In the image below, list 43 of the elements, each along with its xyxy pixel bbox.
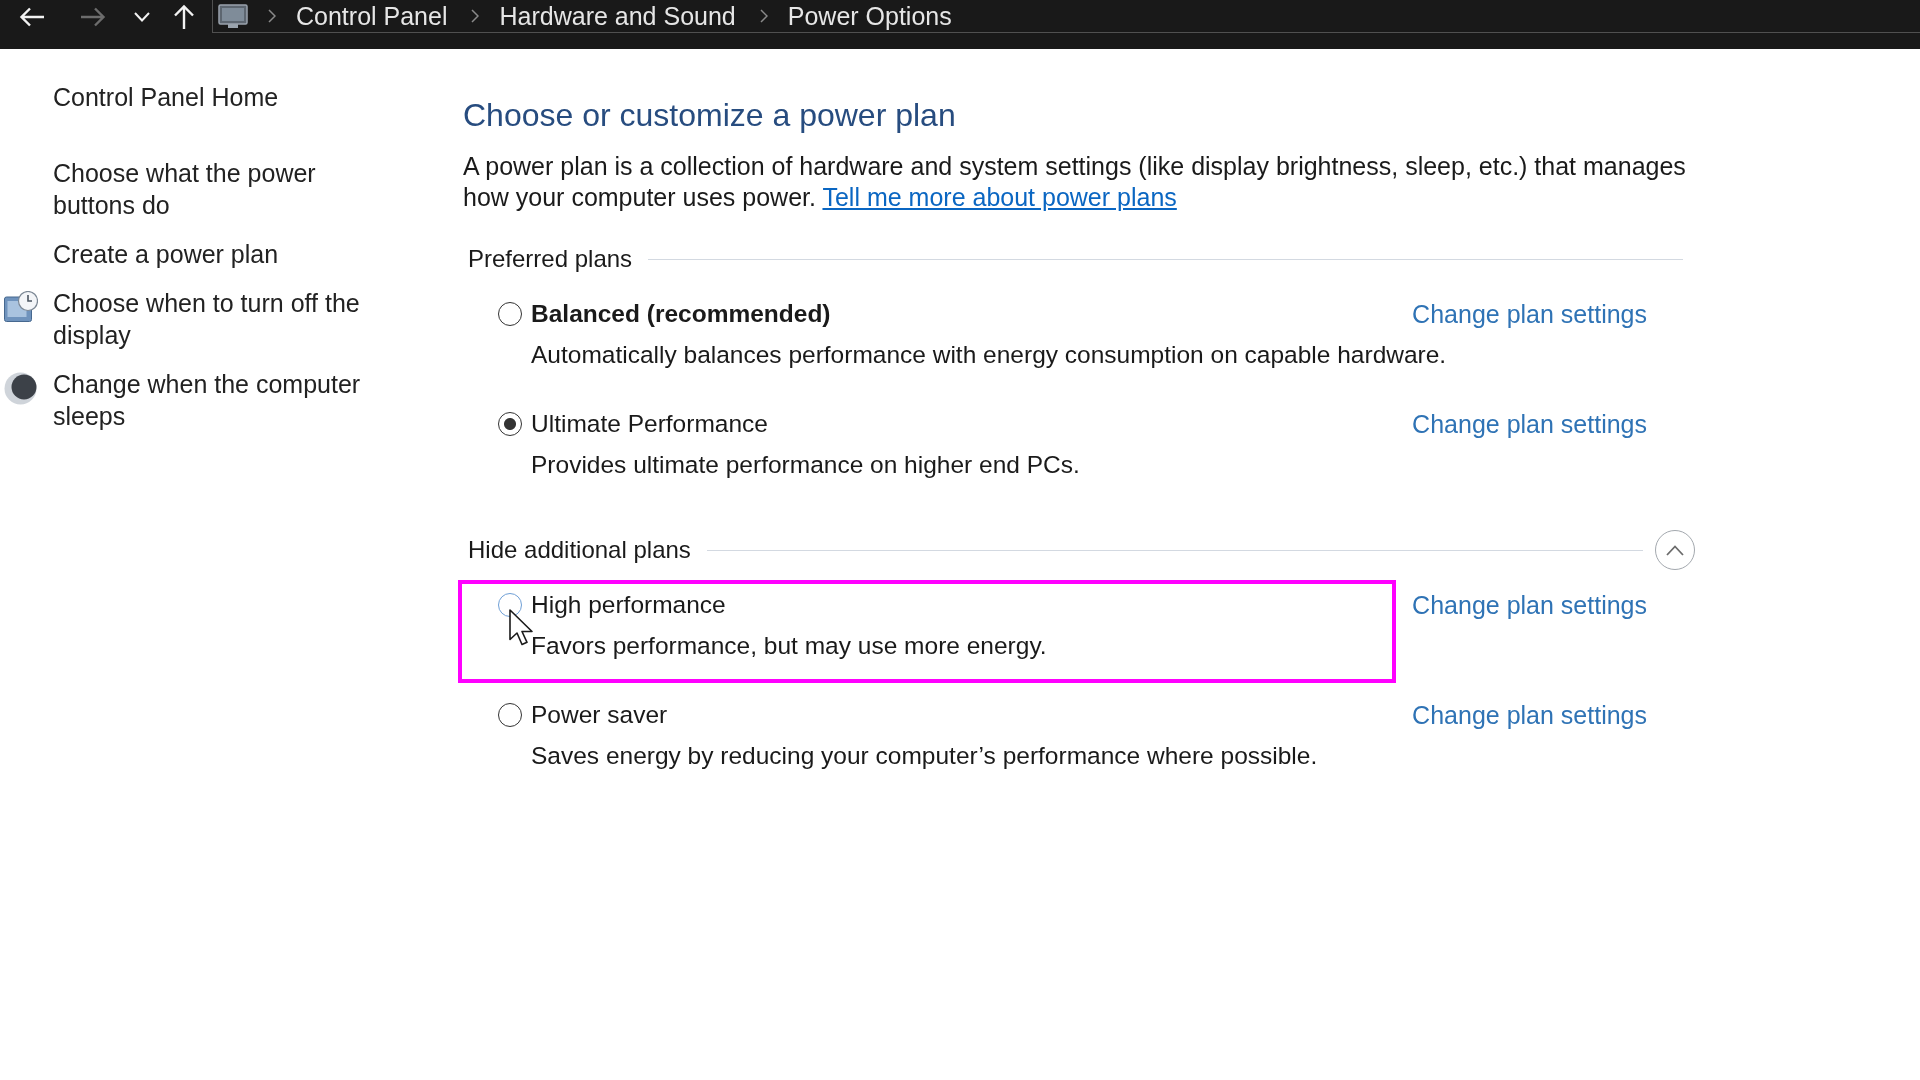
radio-button[interactable]: [498, 412, 522, 436]
sidebar-link[interactable]: Choose what the power buttons do: [53, 157, 378, 221]
chevron-right-icon: [471, 9, 480, 23]
learn-more-link[interactable]: Tell me more about power plans: [822, 183, 1177, 211]
page-heading: Choose or customize a power plan: [463, 96, 956, 135]
radio-button[interactable]: [498, 593, 522, 617]
monitor-icon: [218, 4, 248, 28]
breadcrumb-link[interactable]: Hardware and Sound: [499, 1, 736, 31]
chevron-right-icon: [268, 9, 276, 23]
plan-name[interactable]: High performance: [531, 589, 726, 621]
change-plan-settings-link[interactable]: Change plan settings: [1412, 589, 1647, 621]
plan-name[interactable]: Ultimate Performance: [531, 408, 768, 440]
chevron-up-icon: [1666, 544, 1684, 556]
back-button[interactable]: [19, 6, 44, 27]
intro-text: A power plan is a collection of hardware and system settings (like display brightness, sleep, etc.) that manages how your computer uses power. Tell me more about power plans: [463, 151, 1687, 213]
arrow-up-icon: [173, 4, 195, 29]
breadcrumb-link[interactable]: Power Options: [787, 1, 952, 31]
chevron-right-icon: [759, 9, 768, 23]
group-heading: Preferred plans: [467, 244, 633, 274]
change-plan-settings-link[interactable]: Change plan settings: [1412, 699, 1647, 731]
sidebar-link[interactable]: Control Panel Home: [53, 81, 279, 113]
plan-description: Provides ultimate performance on higher end PCs.: [531, 450, 1080, 480]
plan-name[interactable]: Power saver: [531, 699, 668, 731]
plan-name[interactable]: Balanced (recommended): [531, 298, 831, 330]
change-plan-settings-link[interactable]: Change plan settings: [1412, 408, 1647, 440]
plan-description: Automatically balances performance with energy consumption on capable hardware.: [531, 340, 1447, 370]
chevron-down-icon: [134, 11, 150, 22]
sidebar-link[interactable]: Choose when to turn off the display: [53, 287, 378, 351]
sidebar-link[interactable]: Change when the computer sleeps: [53, 368, 378, 432]
arrow-right-icon: [81, 6, 106, 27]
recent-locations-button[interactable]: [134, 11, 150, 22]
arrow-left-icon: [19, 6, 44, 27]
radio-button[interactable]: [498, 302, 522, 326]
moon-icon: [4, 372, 37, 405]
breadcrumb-link[interactable]: Control Panel: [296, 1, 448, 31]
change-plan-settings-link[interactable]: Change plan settings: [1412, 298, 1647, 330]
up-button[interactable]: [173, 4, 195, 29]
monitor-clock-icon: [4, 291, 38, 322]
plan-description: Favors performance, but may use more energy.: [531, 631, 1047, 661]
radio-button[interactable]: [498, 703, 522, 727]
plan-description: Saves energy by reducing your computer’s performance where possible.: [531, 741, 1318, 771]
sidebar-link[interactable]: Create a power plan: [53, 238, 378, 270]
group-heading: Hide additional plans: [467, 535, 691, 565]
